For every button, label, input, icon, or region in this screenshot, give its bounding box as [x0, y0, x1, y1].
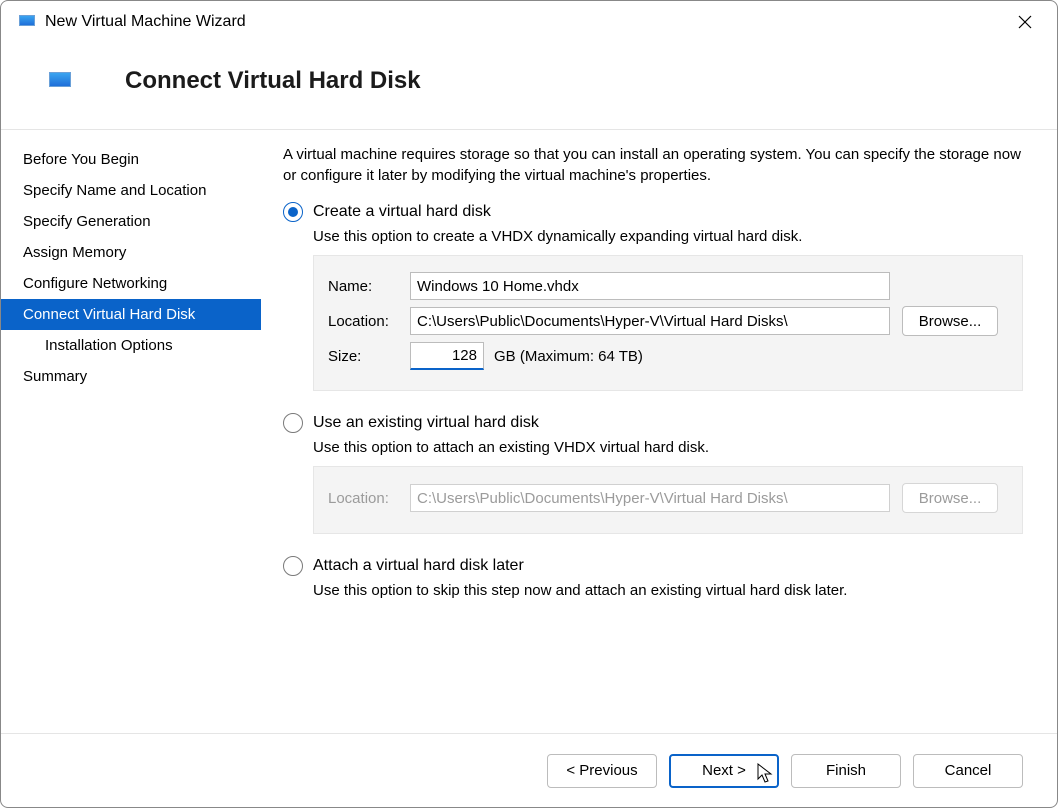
- finish-button[interactable]: Finish: [791, 754, 901, 788]
- window-title: New Virtual Machine Wizard: [45, 13, 246, 31]
- step-configure-networking[interactable]: Configure Networking: [1, 268, 261, 299]
- vhd-name-input[interactable]: [410, 272, 890, 300]
- radio-attach-later-label: Attach a virtual hard disk later: [313, 557, 524, 575]
- location-label: Location:: [328, 313, 410, 330]
- vhd-location-input[interactable]: [410, 307, 890, 335]
- header-monitor-icon: [49, 72, 71, 90]
- option-use-existing-vhd: Use an existing virtual hard disk Use th…: [283, 413, 1023, 534]
- radio-use-existing-vhd[interactable]: [283, 413, 303, 433]
- title-bar: New Virtual Machine Wizard: [1, 1, 1057, 43]
- radio-attach-later[interactable]: [283, 556, 303, 576]
- next-button[interactable]: Next >: [669, 754, 779, 788]
- step-summary[interactable]: Summary: [1, 361, 261, 392]
- close-icon: [1018, 15, 1032, 29]
- intro-text: A virtual machine requires storage so th…: [283, 144, 1023, 186]
- existing-location-input: [410, 484, 890, 512]
- radio-use-existing-vhd-label: Use an existing virtual hard disk: [313, 414, 539, 432]
- step-installation-options[interactable]: Installation Options: [1, 330, 261, 361]
- step-specify-generation[interactable]: Specify Generation: [1, 206, 261, 237]
- browse-existing-button: Browse...: [902, 483, 998, 513]
- option-attach-later-desc: Use this option to skip this step now an…: [313, 582, 1023, 599]
- close-button[interactable]: [1003, 6, 1047, 38]
- create-vhd-fields: Name: Location: Browse... Size: GB (Maxi…: [313, 255, 1023, 391]
- step-specify-name-location[interactable]: Specify Name and Location: [1, 175, 261, 206]
- cancel-button[interactable]: Cancel: [913, 754, 1023, 788]
- size-label: Size:: [328, 348, 410, 365]
- radio-create-vhd-label: Create a virtual hard disk: [313, 203, 491, 221]
- step-connect-virtual-hard-disk[interactable]: Connect Virtual Hard Disk: [1, 299, 261, 330]
- wizard-content: A virtual machine requires storage so th…: [261, 130, 1057, 694]
- option-create-vhd: Create a virtual hard disk Use this opti…: [283, 202, 1023, 391]
- previous-button[interactable]: < Previous: [547, 754, 657, 788]
- option-attach-later: Attach a virtual hard disk later Use thi…: [283, 556, 1023, 599]
- page-title: Connect Virtual Hard Disk: [125, 67, 421, 95]
- use-existing-fields: Location: Browse...: [313, 466, 1023, 534]
- option-create-vhd-desc: Use this option to create a VHDX dynamic…: [313, 228, 1023, 245]
- wizard-footer: < Previous Next > Finish Cancel: [1, 733, 1057, 807]
- vhd-size-input[interactable]: [410, 342, 484, 370]
- existing-location-label: Location:: [328, 490, 410, 507]
- wizard-steps-sidebar: Before You Begin Specify Name and Locati…: [1, 130, 261, 694]
- radio-create-vhd[interactable]: [283, 202, 303, 222]
- step-before-you-begin[interactable]: Before You Begin: [1, 144, 261, 175]
- step-assign-memory[interactable]: Assign Memory: [1, 237, 261, 268]
- app-monitor-icon: [19, 15, 35, 29]
- browse-location-button[interactable]: Browse...: [902, 306, 998, 336]
- page-header: Connect Virtual Hard Disk: [1, 43, 1057, 129]
- name-label: Name:: [328, 278, 410, 295]
- size-suffix-text: GB (Maximum: 64 TB): [494, 348, 643, 365]
- option-use-existing-vhd-desc: Use this option to attach an existing VH…: [313, 439, 1023, 456]
